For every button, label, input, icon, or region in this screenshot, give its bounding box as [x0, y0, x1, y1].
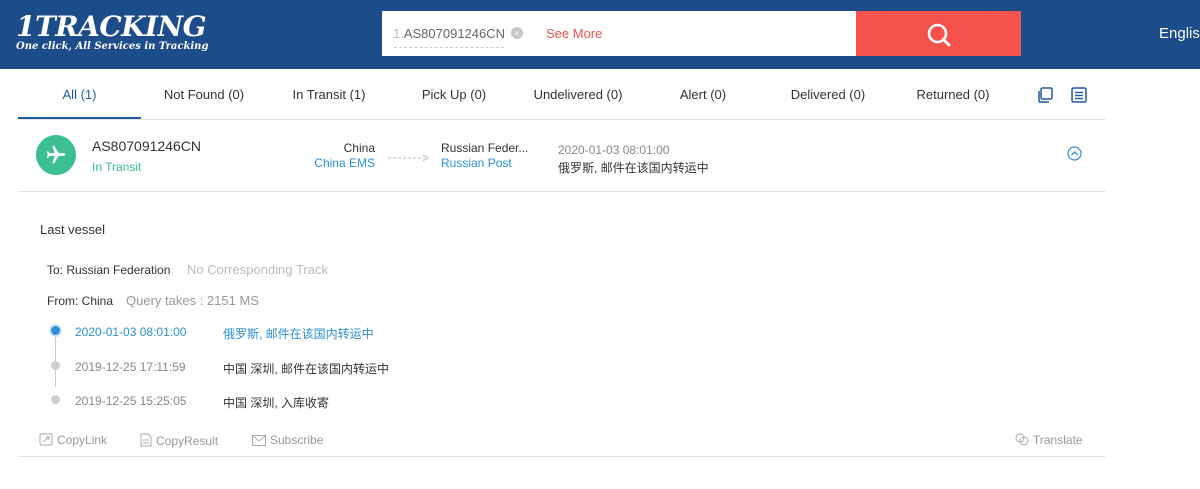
language-selector[interactable]: English [1159, 25, 1200, 42]
document-icon [140, 433, 152, 447]
translate-button[interactable]: Translate [1015, 433, 1083, 447]
search-value: 1.AS807091246CN [393, 26, 505, 41]
status-text: In Transit [92, 160, 142, 174]
origin-label: From: China [47, 294, 114, 308]
in-transit-status-icon [36, 135, 76, 175]
tab-alert[interactable]: Alert (0) [673, 70, 733, 119]
timeline-event-desc: 中国 深圳, 邮件在该国内转运中 [223, 362, 390, 376]
logo-tagline: One click, All Services in Tracking [16, 41, 209, 52]
subscribe-button[interactable]: Subscribe [252, 433, 323, 447]
copy-result-label: CopyResult [156, 434, 219, 448]
tab-all[interactable]: All (1) [18, 70, 141, 119]
see-more-link[interactable]: See More [546, 26, 602, 41]
destination-country: Russian Feder... [441, 141, 529, 155]
destination-carrier-link[interactable]: Russian Post [441, 156, 512, 170]
timeline-event-time: 2019-12-25 17:11:59 [75, 360, 186, 374]
destination-label: To: Russian Federation [47, 263, 171, 277]
copy-link-button[interactable]: CopyLink [39, 433, 107, 447]
translate-icon [1015, 433, 1029, 446]
search-index: 1. [393, 26, 404, 41]
copy-link-label: CopyLink [57, 433, 108, 447]
logo-brand: 1TRACKING [16, 10, 207, 43]
logo[interactable]: 1TRACKING One click, All Services in Tra… [16, 10, 209, 53]
tracking-number: AS807091246CN [92, 138, 201, 154]
timeline-event-time: 2019-12-25 15:25:05 [75, 394, 187, 408]
list-view-icon[interactable] [1070, 86, 1088, 104]
mail-icon [252, 435, 266, 446]
translate-label: Translate [1033, 433, 1083, 447]
tab-not-found[interactable]: Not Found (0) [158, 70, 250, 119]
tab-pick-up[interactable]: Pick Up (0) [415, 70, 493, 119]
timeline-dot [51, 326, 60, 335]
last-event-description: 俄罗斯, 邮件在该国内转运中 [558, 161, 709, 175]
status-tabs: All (1) Not Found (0) In Transit (1) Pic… [18, 70, 1106, 120]
tab-returned[interactable]: Returned (0) [910, 70, 996, 119]
route-arrow-icon [388, 154, 429, 162]
airplane-icon [46, 145, 66, 164]
origin-carrier-link[interactable]: China EMS [314, 156, 375, 170]
search-icon [927, 23, 951, 47]
copy-all-icon[interactable] [1036, 86, 1054, 104]
detail-title: Last vessel [40, 222, 106, 237]
last-event-time: 2020-01-03 08:01:00 [558, 143, 670, 157]
tab-delivered[interactable]: Delivered (0) [784, 70, 872, 119]
clear-icon[interactable]: × [511, 27, 523, 39]
timeline-event-time: 2020-01-03 08:01:00 [75, 325, 187, 339]
timeline-event-desc: 中国 深圳, 入库收寄 [223, 396, 330, 410]
destination-note: No Corresponding Track [187, 262, 328, 277]
search-input[interactable]: 1.AS807091246CN × See More [382, 11, 856, 56]
link-icon [39, 433, 53, 446]
tracking-result-row[interactable]: AS807091246CN In Transit China China EMS… [18, 121, 1106, 192]
search-button[interactable] [856, 11, 1021, 56]
tab-in-transit[interactable]: In Transit (1) [286, 70, 372, 119]
search-underline [394, 47, 504, 48]
search-text: AS807091246CN [403, 26, 506, 41]
subscribe-label: Subscribe [270, 433, 324, 447]
query-time-note: Query takes : 2151 MS [126, 293, 259, 308]
origin-country: China [343, 141, 375, 155]
collapse-icon[interactable] [1067, 146, 1082, 161]
result-actions: CopyLink CopyResult Subscribe Translate [18, 426, 1106, 457]
timeline-event-desc: 俄罗斯, 邮件在该国内转运中 [223, 327, 374, 341]
tab-undelivered[interactable]: Undelivered (0) [528, 70, 628, 119]
timeline-dot [51, 395, 60, 404]
copy-result-button[interactable]: CopyResult [140, 433, 218, 448]
top-header: 1TRACKING One click, All Services in Tra… [0, 0, 1200, 69]
timeline-dot [51, 361, 60, 370]
